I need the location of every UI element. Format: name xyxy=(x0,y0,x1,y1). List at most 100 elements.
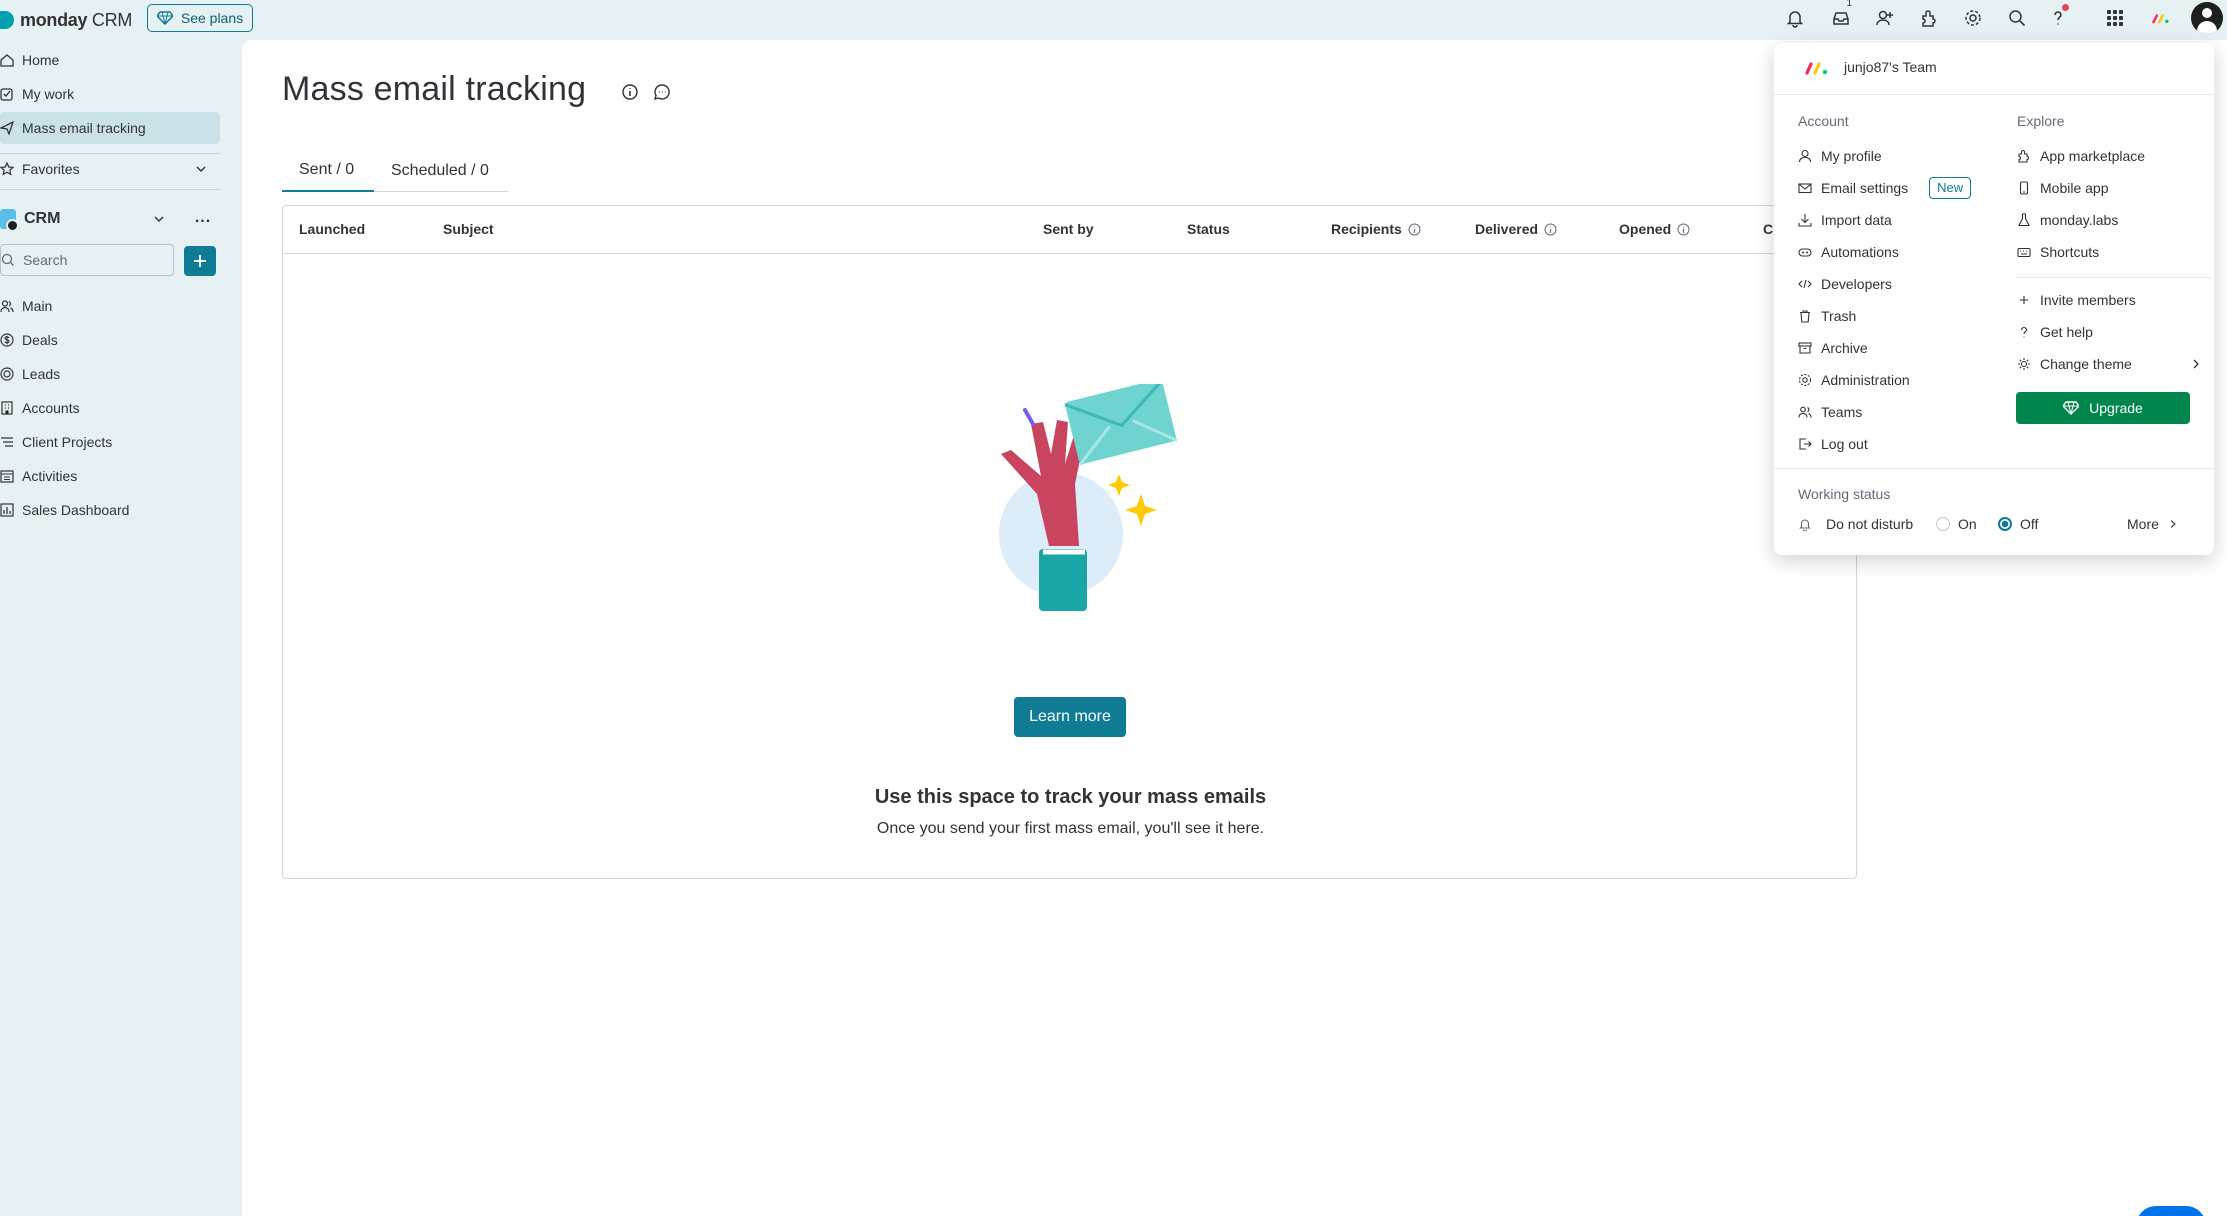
account-menu-header: junjo87's Team xyxy=(1774,43,2214,95)
add-item-button[interactable] xyxy=(184,246,216,276)
board-main[interactable]: Main xyxy=(0,290,220,322)
board-sales-dashboard[interactable]: Sales Dashboard xyxy=(0,494,220,526)
menu-shortcuts[interactable]: Shortcuts xyxy=(2017,241,2099,263)
menu-get-help[interactable]: Get help xyxy=(2017,321,2093,343)
menu-email-settings[interactable]: Email settings New xyxy=(1798,177,1972,199)
dnd-on-radio[interactable]: On xyxy=(1936,513,1977,535)
menu-automations[interactable]: Automations xyxy=(1798,241,1899,263)
gear-icon xyxy=(1798,373,1812,387)
board-accounts[interactable]: Accounts xyxy=(0,392,220,424)
working-status-heading: Working status xyxy=(1798,486,1891,502)
menu-my-profile[interactable]: My profile xyxy=(1798,145,1882,167)
inbox-button[interactable]: 1 xyxy=(1826,0,1856,32)
menu-divider xyxy=(1774,468,2214,469)
menu-divider xyxy=(2016,277,2212,278)
menu-change-theme[interactable]: Change theme xyxy=(2017,353,2199,375)
radio-off-selected[interactable] xyxy=(1998,517,2012,531)
sun-icon xyxy=(2018,358,2030,370)
chevron-right-icon xyxy=(2170,520,2176,528)
board-main-label: Main xyxy=(22,298,53,314)
empty-state-illustration xyxy=(999,384,1178,611)
nav-home[interactable]: Home xyxy=(0,44,220,76)
menu-archive[interactable]: Archive xyxy=(1798,337,1868,359)
column-subject[interactable]: Subject xyxy=(443,221,494,237)
tab-scheduled[interactable]: Scheduled / 0 xyxy=(391,150,489,192)
avatar[interactable] xyxy=(2191,2,2223,34)
chevron-down-icon xyxy=(196,166,206,172)
workspace-selector[interactable]: CRM xyxy=(0,202,220,236)
board-leads-label: Leads xyxy=(22,366,61,382)
dnd-off-radio[interactable]: Off xyxy=(1998,513,2038,535)
menu-app-marketplace[interactable]: App marketplace xyxy=(2017,145,2145,167)
nav-home-label: Home xyxy=(22,52,60,68)
column-delivered[interactable]: Delivered xyxy=(1475,221,1557,237)
puzzle-icon xyxy=(2018,150,2029,163)
do-not-disturb-label: Do not disturb xyxy=(1826,516,1914,532)
menu-developers[interactable]: Developers xyxy=(1798,273,1892,295)
column-opened[interactable]: Opened xyxy=(1619,221,1690,237)
menu-trash[interactable]: Trash xyxy=(1798,305,1856,327)
see-plans-button[interactable]: See plans xyxy=(147,4,253,32)
account-menu: junjo87's Team Account Explore My profil… xyxy=(1774,43,2214,555)
search-button[interactable] xyxy=(2002,4,2032,32)
column-status[interactable]: Status xyxy=(1187,221,1230,237)
menu-invite-members[interactable]: Invite members xyxy=(2017,289,2136,311)
gear-icon xyxy=(1965,10,1981,26)
user-icon xyxy=(1798,149,1812,163)
column-launched[interactable]: Launched xyxy=(299,221,365,237)
bell-icon xyxy=(1799,519,1811,531)
diamond-icon xyxy=(2063,401,2080,415)
nav-my-work[interactable]: My work xyxy=(0,78,220,110)
board-deals[interactable]: Deals xyxy=(0,324,220,356)
board-client-projects-label: Client Projects xyxy=(22,434,113,450)
workspace-more-button[interactable]: ... xyxy=(190,206,216,230)
help-button[interactable] xyxy=(2043,4,2073,32)
column-recipients[interactable]: Recipients xyxy=(1331,221,1421,237)
info-icon xyxy=(622,84,638,100)
notifications-button[interactable] xyxy=(1780,4,1810,32)
brand-name: monday xyxy=(20,9,88,30)
inbox-badge: 1 xyxy=(1846,0,1852,9)
app-logo[interactable]: monday CRM xyxy=(0,7,132,33)
learn-more-button[interactable]: Learn more xyxy=(1014,697,1126,737)
board-leads[interactable]: Leads xyxy=(0,358,220,390)
list-icon xyxy=(1,437,13,447)
menu-teams[interactable]: Teams xyxy=(1798,401,1862,423)
help-icon xyxy=(2054,11,2062,25)
empty-state-title: Use this space to track your mass emails xyxy=(874,786,1267,808)
invite-button[interactable] xyxy=(1870,4,1900,32)
menu-log-out[interactable]: Log out xyxy=(1798,433,1868,455)
top-bar: monday CRM See plans 1 xyxy=(0,0,2227,40)
settings-button[interactable] xyxy=(1958,4,1988,32)
chat-fab-button[interactable] xyxy=(2136,1206,2206,1216)
chevron-right-icon xyxy=(2193,359,2199,369)
nav-mass-email-tracking[interactable]: Mass email tracking xyxy=(0,112,220,144)
star-icon xyxy=(0,162,14,176)
menu-monday-labs[interactable]: monday.labs xyxy=(2017,209,2118,231)
upgrade-button[interactable]: Upgrade xyxy=(2016,392,2190,424)
radio-on[interactable] xyxy=(1936,517,1950,531)
apps-grid-button[interactable] xyxy=(2100,4,2130,32)
team-icon xyxy=(1798,406,1812,418)
integrations-button[interactable] xyxy=(1914,4,1944,32)
column-sent-by[interactable]: Sent by xyxy=(1043,221,1094,237)
trash-icon xyxy=(1800,310,1810,323)
explore-heading: Explore xyxy=(2017,113,2065,129)
menu-import-data[interactable]: Import data xyxy=(1798,209,1892,231)
code-icon xyxy=(1798,279,1812,289)
sidebar-search-input[interactable]: Search xyxy=(0,244,174,276)
nav-favorites[interactable]: Favorites xyxy=(0,153,220,185)
board-activities[interactable]: Activities xyxy=(0,460,220,492)
monday-switcher-button[interactable] xyxy=(2146,4,2176,32)
working-status-more[interactable]: More xyxy=(2127,513,2179,535)
inbox-icon xyxy=(1833,12,1849,25)
menu-mobile-app[interactable]: Mobile app xyxy=(2017,177,2109,199)
info-button[interactable] xyxy=(620,82,640,102)
chat-bubble-icon xyxy=(653,84,670,101)
feedback-button[interactable] xyxy=(652,82,672,102)
favorites-label: Favorites xyxy=(22,161,80,177)
board-client-projects[interactable]: Client Projects xyxy=(0,426,220,458)
menu-administration[interactable]: Administration xyxy=(1798,369,1910,391)
tab-sent[interactable]: Sent / 0 xyxy=(282,150,374,192)
monday-logo-icon xyxy=(1805,62,1828,75)
